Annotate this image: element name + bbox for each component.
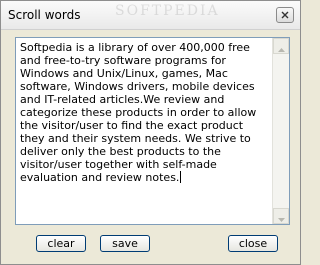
text-area[interactable]: Softpedia is a library of over 400,000 f… xyxy=(15,37,290,225)
chevron-down-icon xyxy=(277,207,285,226)
vertical-scrollbar[interactable] xyxy=(272,38,289,224)
editor-text: Softpedia is a library of over 400,000 f… xyxy=(20,41,257,184)
title-bar[interactable]: Scroll words SOFTPEDIA xyxy=(1,1,300,30)
window-title: Scroll words xyxy=(8,8,81,22)
save-button[interactable]: save xyxy=(100,235,150,252)
title-close-button[interactable] xyxy=(276,7,294,23)
scroll-up-button[interactable] xyxy=(273,38,289,54)
close-icon xyxy=(281,11,289,19)
chevron-up-icon xyxy=(277,37,285,56)
watermark: SOFTPEDIA xyxy=(115,3,220,19)
text-area-content[interactable]: Softpedia is a library of over 400,000 f… xyxy=(20,41,271,184)
clear-button[interactable]: clear xyxy=(36,235,86,252)
close-button[interactable]: close xyxy=(228,235,278,252)
text-caret xyxy=(180,171,182,183)
scroll-down-button[interactable] xyxy=(273,208,289,224)
scroll-words-window: Scroll words SOFTPEDIA Softpedia is a li… xyxy=(0,0,301,265)
